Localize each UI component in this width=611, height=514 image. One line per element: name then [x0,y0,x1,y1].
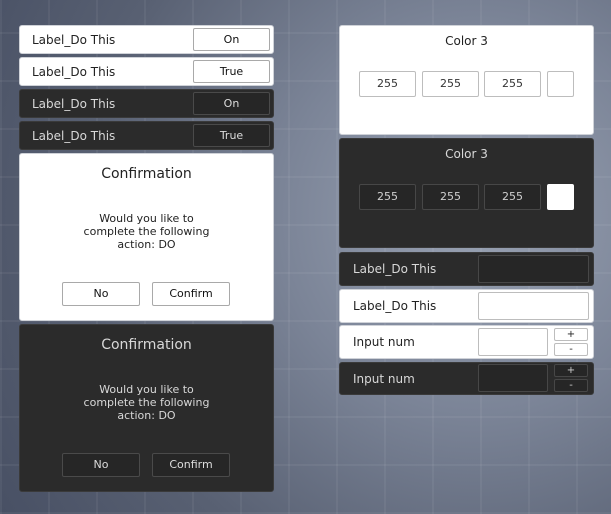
toggle-row-label: Label_Do This [32,97,116,111]
increment-button[interactable]: + [554,364,588,377]
no-button[interactable]: No [62,453,140,477]
color-picker-light: Color 3 255 255 255 [339,25,594,135]
no-button[interactable]: No [62,282,140,306]
blue-value-field[interactable]: 255 [484,184,541,210]
text-input-label: Label_Do This [353,262,437,276]
text-input-row-dark: Label_Do This [339,252,594,286]
decrement-button[interactable]: - [554,343,588,356]
red-value-field[interactable]: 255 [359,184,416,210]
dialog-message: Would you like to complete the following… [83,383,210,422]
dialog-message: Would you like to complete the following… [83,212,210,251]
blue-value-field[interactable]: 255 [484,71,541,97]
dialog-title: Confirmation [101,166,192,182]
toggle-row-label: Label_Do This [32,65,116,79]
text-input[interactable] [478,292,589,320]
toggle-row-on-dark: Label_Do This On [19,89,274,118]
color-swatch[interactable] [547,184,574,210]
green-value-field[interactable]: 255 [422,184,479,210]
number-input[interactable] [478,364,548,392]
confirm-button[interactable]: Confirm [152,453,230,477]
color-picker-dark: Color 3 255 255 255 [339,138,594,248]
number-input-label: Input num [353,372,415,386]
on-toggle-button[interactable]: On [193,28,270,51]
decrement-button[interactable]: - [554,379,588,392]
green-value-field[interactable]: 255 [422,71,479,97]
dialog-title: Confirmation [101,337,192,353]
on-toggle-button[interactable]: On [193,92,270,115]
toggle-row-label: Label_Do This [32,129,116,143]
confirmation-dialog-light: Confirmation Would you like to complete … [19,153,274,321]
number-input-label: Input num [353,335,415,349]
toggle-row-true-light: Label_Do This True [19,57,274,86]
toggle-row-label: Label_Do This [32,33,116,47]
increment-button[interactable]: + [554,328,588,341]
toggle-row-on-light: Label_Do This On [19,25,274,54]
color-swatch[interactable] [547,71,574,97]
number-input-row-light: Input num + - [339,325,594,359]
text-input-label: Label_Do This [353,299,437,313]
true-toggle-button[interactable]: True [193,124,270,147]
true-toggle-button[interactable]: True [193,60,270,83]
text-input-row-light: Label_Do This [339,289,594,323]
color-picker-title: Color 3 [445,147,488,161]
confirmation-dialog-dark: Confirmation Would you like to complete … [19,324,274,492]
color-picker-title: Color 3 [445,34,488,48]
number-input[interactable] [478,328,548,356]
confirm-button[interactable]: Confirm [152,282,230,306]
red-value-field[interactable]: 255 [359,71,416,97]
toggle-row-true-dark: Label_Do This True [19,121,274,150]
text-input[interactable] [478,255,589,283]
number-input-row-dark: Input num + - [339,362,594,395]
